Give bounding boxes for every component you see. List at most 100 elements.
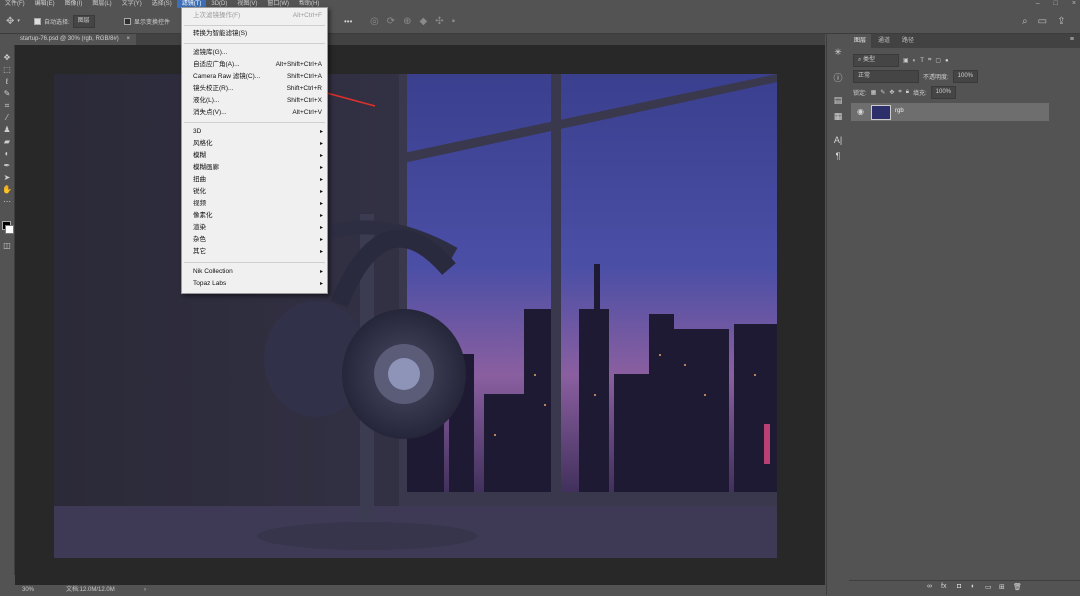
menu-item-distort[interactable]: 扭曲 ▸ (182, 174, 327, 186)
menu-type[interactable]: 文字(Y) (117, 0, 147, 8)
opacity-input[interactable]: 100% (952, 70, 979, 83)
menu-item-lens-correction[interactable]: 镜头校正(R)... Shift+Ctrl+R (182, 83, 327, 95)
new-layer-icon[interactable]: ⊞ (999, 583, 1005, 591)
menu-item-other[interactable]: 其它 ▸ (182, 246, 327, 258)
menu-item-stylize[interactable]: 风格化 ▸ (182, 138, 327, 150)
menu-image[interactable]: 图像(I) (60, 0, 88, 8)
3d-pan-icon[interactable]: ◆ (420, 16, 428, 27)
workspace-icon[interactable]: ▭ (1038, 16, 1047, 27)
share-icon[interactable]: ⇪ (1057, 16, 1065, 27)
tab-channels[interactable]: 通道 (873, 34, 895, 48)
status-arrow-icon[interactable]: › (144, 585, 146, 595)
properties-icon[interactable]: ▦ (832, 110, 844, 122)
pen-tool-icon[interactable]: ✒ (2, 161, 12, 171)
menu-item-noise[interactable]: 杂色 ▸ (182, 234, 327, 246)
menu-item-render[interactable]: 渲染 ▸ (182, 222, 327, 234)
3d-scale-icon[interactable]: ▪ (452, 16, 456, 27)
hand-tool-icon[interactable]: ✋ (2, 185, 12, 195)
layer-row[interactable]: ◉ rgb (851, 103, 1049, 121)
path-select-tool-icon[interactable]: ➤ (2, 173, 12, 183)
filter-toggle-icon[interactable]: ● (945, 58, 949, 64)
menu-select[interactable]: 选择(S) (147, 0, 177, 8)
more-tools-icon[interactable]: ⋯ (2, 197, 12, 207)
libraries-icon[interactable]: ▤ (832, 94, 844, 106)
link-icon[interactable]: ∞ (927, 583, 932, 590)
move-tool-icon[interactable]: ✥ (2, 53, 12, 63)
more-options[interactable]: ••• (344, 15, 352, 27)
background-color-swatch[interactable] (5, 225, 14, 234)
lock-paint-icon[interactable]: ✎ (880, 89, 885, 96)
3d-roll-icon[interactable]: ⊕ (403, 16, 411, 27)
menu-item-vanishing-point[interactable]: 消失点(V)... Alt+Ctrl+V (182, 107, 327, 119)
filter-shape-icon[interactable]: ⌗ (928, 57, 931, 64)
menu-item-last-filter[interactable]: 上次滤镜操作(F) Alt+Ctrl+F (182, 10, 327, 22)
menu-edit[interactable]: 编辑(E) (30, 0, 60, 8)
menu-item-pixelate[interactable]: 像素化 ▸ (182, 210, 327, 222)
menu-item-video[interactable]: 视频 ▸ (182, 198, 327, 210)
lasso-tool-icon[interactable]: ℓ (2, 77, 12, 87)
menu-item-nik-collection[interactable]: Nik Collection ▸ (182, 266, 327, 278)
learn-icon[interactable]: ✳ (832, 46, 844, 58)
close-icon[interactable]: × (1072, 0, 1076, 8)
search-icon[interactable]: ⌕ (1022, 16, 1028, 27)
show-transform-checkbox[interactable] (124, 17, 131, 25)
menu-file[interactable]: 文件(F) (0, 0, 30, 8)
document-tab[interactable]: startup-76.psd @ 30% (rgb, RGB/8#) × (14, 34, 136, 45)
maximize-icon[interactable]: □ (1054, 0, 1058, 8)
fx-icon[interactable]: fx (941, 583, 946, 590)
lock-artboard-icon[interactable]: ⌗ (898, 89, 901, 96)
filter-adjust-icon[interactable]: ◐ (913, 58, 917, 64)
menu-item-adaptive-wide-angle[interactable]: 自适应广角(A)... Alt+Shift+Ctrl+A (182, 59, 327, 71)
menu-item-3d[interactable]: 3D ▸ (182, 126, 327, 138)
3d-orbit-icon[interactable]: ◎ (370, 16, 379, 27)
menu-item-liquify[interactable]: 液化(L)... Shift+Ctrl+X (182, 95, 327, 107)
tab-layers[interactable]: 图层 (849, 34, 872, 48)
zoom-level[interactable]: 30% (22, 585, 34, 595)
visibility-eye-icon[interactable]: ◉ (857, 107, 864, 116)
3d-rotate-icon[interactable]: ⟳ (387, 16, 395, 27)
minimize-icon[interactable]: – (1036, 0, 1040, 8)
filter-type-icon[interactable]: T (920, 58, 924, 64)
auto-select-checkbox[interactable] (34, 17, 41, 25)
lock-position-icon[interactable]: ✥ (889, 89, 894, 96)
layer-kind-filter[interactable]: ⌕ 类型 (853, 54, 899, 67)
mask-icon[interactable]: ◘ (957, 583, 961, 590)
tab-close-icon[interactable]: × (126, 36, 130, 42)
move-tool-preset[interactable]: ✥ ▾ (6, 15, 20, 27)
tab-paths[interactable]: 路径 (897, 34, 919, 48)
stamp-tool-icon[interactable]: ♟ (2, 125, 12, 135)
eyedropper-tool-icon[interactable]: ⁄ (2, 113, 12, 123)
info-icon[interactable]: ⓘ (832, 72, 844, 84)
filter-smart-icon[interactable]: ▢ (935, 57, 941, 64)
menu-layer[interactable]: 图层(L) (87, 0, 116, 8)
lock-pixels-icon[interactable]: ▦ (871, 89, 877, 96)
fill-input[interactable]: 100% (930, 86, 957, 99)
layer-name[interactable]: rgb (895, 108, 904, 114)
eraser-tool-icon[interactable]: ▰ (2, 137, 12, 147)
menu-item-blur[interactable]: 模糊 ▸ (182, 150, 327, 162)
menu-item-blur-gallery[interactable]: 模糊画廊 ▸ (182, 162, 327, 174)
menu-item-filter-gallery[interactable]: 滤镜库(G)... (182, 47, 327, 59)
quick-select-tool-icon[interactable]: ✎ (2, 89, 12, 99)
lock-all-icon[interactable]: 🔒︎ (906, 89, 909, 96)
adjustment-icon[interactable]: ◐ (971, 583, 975, 590)
blur-tool-icon[interactable]: ◐ (2, 149, 12, 159)
blend-mode-dropdown[interactable]: 正常 (853, 70, 919, 83)
trash-icon[interactable]: 🗑︎ (1013, 583, 1022, 591)
menu-item-camera-raw[interactable]: Camera Raw 滤镜(C)... Shift+Ctrl+A (182, 71, 327, 83)
menu-item-topaz-labs[interactable]: Topaz Labs ▸ (182, 278, 327, 290)
document-canvas[interactable] (54, 74, 777, 558)
menu-item-sharpen[interactable]: 锐化 ▸ (182, 186, 327, 198)
menu-item-convert-smart[interactable]: 转换为智能滤镜(S) (182, 28, 327, 40)
filter-pixel-icon[interactable]: ▣ (903, 57, 909, 64)
panel-menu-icon[interactable]: ≡ (1070, 36, 1074, 43)
crop-tool-icon[interactable]: ⌗ (2, 101, 12, 111)
quick-mask-icon[interactable]: ◫ (2, 241, 12, 251)
group-icon[interactable]: ▭ (985, 583, 992, 591)
auto-select-dropdown[interactable]: 图层 (72, 14, 95, 28)
3d-slide-icon[interactable]: ✣ (435, 16, 443, 27)
paragraph-icon[interactable]: ¶ (832, 150, 844, 162)
marquee-tool-icon[interactable]: ⬚ (2, 65, 12, 75)
canvas-area[interactable] (15, 45, 825, 585)
character-icon[interactable]: A| (832, 134, 844, 146)
